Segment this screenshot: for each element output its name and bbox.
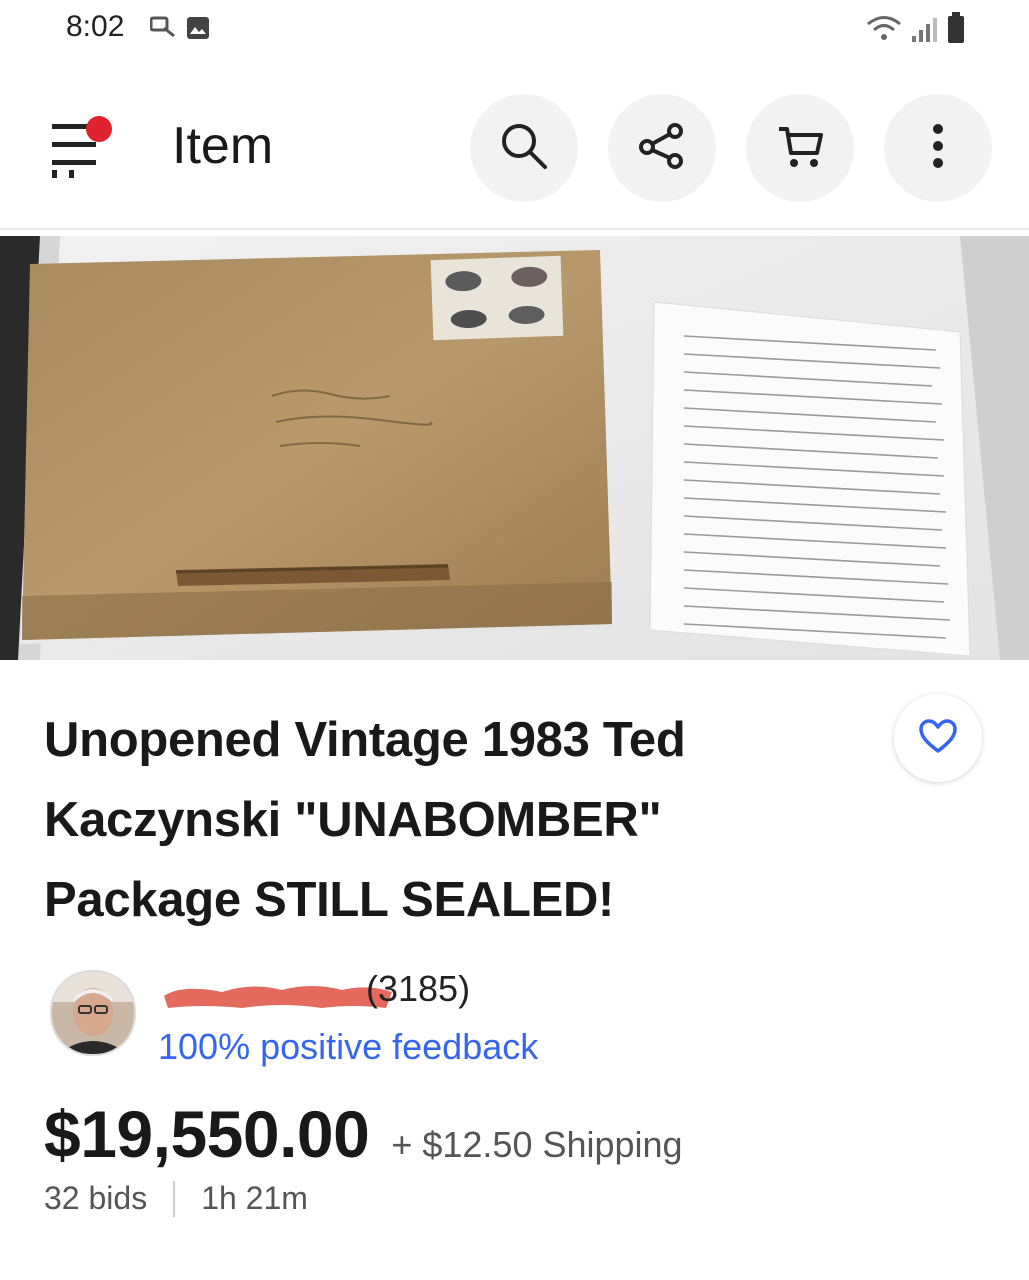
share-button[interactable] <box>608 94 716 202</box>
price-row: $19,550.00 + $12.50 Shipping <box>44 1096 683 1172</box>
battery-icon <box>947 12 965 49</box>
menu-button[interactable] <box>46 116 116 180</box>
status-bar: 8:02 <box>0 0 1029 62</box>
time-left: 1h 21m <box>201 1180 308 1216</box>
more-icon <box>928 119 948 178</box>
avatar[interactable] <box>50 970 136 1056</box>
watch-button[interactable] <box>894 694 982 782</box>
heart-icon <box>918 718 958 759</box>
app-header: Item <box>0 62 1029 232</box>
meta-divider <box>173 1180 176 1217</box>
seller-feedback-percent[interactable]: 100% positive feedback <box>158 1026 538 1068</box>
page-title: Item <box>172 117 274 175</box>
more-button[interactable] <box>884 94 992 202</box>
wifi-icon <box>865 14 903 49</box>
notification-icon <box>149 16 176 45</box>
cart-button[interactable] <box>746 94 854 202</box>
seller-info[interactable]: (3185) 100% positive feedback <box>44 964 844 1074</box>
listing-title: Unopened Vintage 1983 Ted Kaczynski "UNA… <box>44 713 686 927</box>
listing-title-block: Unopened Vintage 1983 Ted Kaczynski "UNA… <box>44 700 844 940</box>
signal-icon <box>911 14 939 49</box>
auction-meta: 32 bids 1h 21m <box>44 1180 308 1217</box>
listing-photo[interactable] <box>0 236 1029 660</box>
header-divider <box>0 228 1029 230</box>
image-icon <box>186 16 210 45</box>
shipping-cost: + $12.50 Shipping <box>391 1124 683 1165</box>
bid-count[interactable]: 32 bids <box>44 1180 147 1217</box>
seller-feedback-count: (3185) <box>366 968 471 1009</box>
seller-name-redacted <box>164 986 392 1008</box>
status-time: 8:02 <box>66 10 125 43</box>
search-icon <box>497 119 551 178</box>
cart-icon <box>773 119 827 178</box>
menu-icon <box>46 124 116 184</box>
notification-badge <box>86 116 112 142</box>
share-icon <box>635 119 689 178</box>
search-button[interactable] <box>470 94 578 202</box>
current-price: $19,550.00 <box>44 1097 370 1171</box>
